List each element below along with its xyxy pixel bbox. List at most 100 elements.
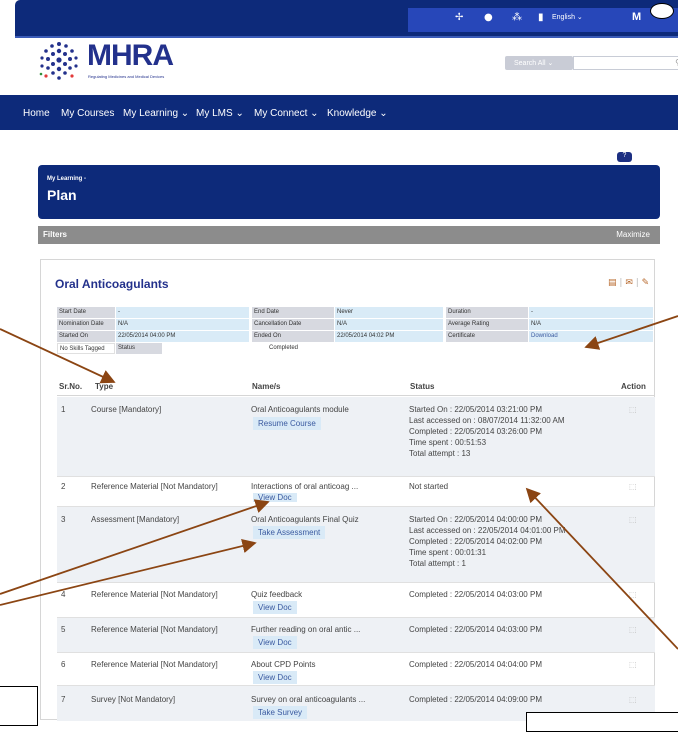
- site-header: MHRA Regulating Medicines and Medical De…: [15, 38, 678, 95]
- filters-label: Filters: [43, 230, 68, 239]
- nav-my-lms[interactable]: My LMS ⌄: [196, 108, 244, 119]
- brand-tagline: Regulating Medicines and Medical Devices: [88, 74, 165, 79]
- action-icon[interactable]: ⬚: [629, 625, 637, 634]
- row-sr: 1: [61, 405, 66, 414]
- table-row: 6 Reference Material [Not Mandatory] Abo…: [57, 653, 655, 686]
- row-sr: 6: [61, 660, 66, 669]
- search-scope-button[interactable]: Search All ⌄: [505, 56, 573, 70]
- certificate-download-link[interactable]: Download: [529, 331, 653, 342]
- status-line: Completed : 22/05/2014 03:26:00 PM: [409, 427, 542, 436]
- action-icon[interactable]: ⬚: [629, 695, 637, 704]
- row-status: Not started: [409, 482, 449, 491]
- course-card: Oral Anticoagulants ▤ | ✉ | ✎ Start Date…: [40, 259, 655, 721]
- status-label: Status: [116, 343, 162, 354]
- table-row: 4 Reference Material [Not Mandatory] Qui…: [57, 583, 655, 618]
- logo-dots-icon: [39, 42, 78, 80]
- row-status: Completed : 22/05/2014 04:03:00 PM: [409, 590, 542, 599]
- help-icon[interactable]: ?: [617, 152, 632, 162]
- nav-home[interactable]: Home: [23, 108, 50, 119]
- col-status: Status: [410, 382, 435, 391]
- cancellation-value: N/A: [335, 319, 443, 330]
- start-date-label: Start Date: [57, 307, 115, 318]
- row-type: Survey [Not Mandatory]: [91, 695, 176, 704]
- table-row: 5 Reference Material [Not Mandatory] Fur…: [57, 618, 655, 653]
- mobile-icon[interactable]: ▮: [538, 12, 544, 23]
- callout-circle: [650, 3, 674, 19]
- status-line: Time spent : 00:01:31: [409, 548, 487, 557]
- status-line: Started On : 22/05/2014 03:21:00 PM: [409, 405, 542, 414]
- action-icon[interactable]: ⬚: [629, 660, 637, 669]
- status-value: Completed: [163, 343, 653, 354]
- row-type: Reference Material [Not Mandatory]: [91, 660, 218, 669]
- nav-my-courses[interactable]: My Courses: [61, 108, 114, 119]
- breadcrumb[interactable]: My Learning -: [47, 176, 86, 182]
- comments-icon[interactable]: ✎: [642, 278, 650, 288]
- row-sr: 2: [61, 482, 66, 491]
- view-doc-button[interactable]: View Doc: [253, 671, 297, 684]
- ended-value: 22/05/2014 04:02 PM: [335, 331, 443, 342]
- status-line: Time spent : 00:51:53: [409, 438, 487, 447]
- action-icon[interactable]: ⬚: [629, 590, 637, 599]
- user-avatar[interactable]: M: [632, 11, 641, 23]
- table-row: 1 Course [Mandatory] Oral Anticoagulants…: [57, 397, 655, 477]
- nav-my-connect[interactable]: My Connect ⌄: [254, 108, 319, 119]
- rating-label: Average Rating: [446, 319, 528, 330]
- nomination-label: Nomination Date: [57, 319, 115, 330]
- chat-icon[interactable]: ●: [484, 12, 493, 23]
- action-icon[interactable]: ⬚: [629, 515, 637, 524]
- rating-value: N/A: [529, 319, 653, 330]
- started-value: 22/05/2014 04:00 PM: [116, 331, 249, 342]
- certificate-label: Certificate: [446, 331, 528, 342]
- brand-logo-text[interactable]: MHRA: [87, 39, 174, 73]
- maximize-button[interactable]: Maximize: [616, 230, 650, 239]
- microphone-icon[interactable]: ✢: [455, 12, 463, 23]
- status-line: Total attempt : 13: [409, 449, 471, 458]
- nav-my-learning[interactable]: My Learning ⌄: [123, 108, 189, 119]
- nav-knowledge[interactable]: Knowledge ⌄: [327, 108, 388, 119]
- row-status: Completed : 22/05/2014 04:09:00 PM: [409, 695, 542, 704]
- row-name: About CPD Points: [251, 660, 316, 669]
- row-type: Course [Mandatory]: [91, 405, 162, 414]
- row-status: Started On : 22/05/2014 03:21:00 PM Last…: [409, 404, 565, 459]
- main-nav: Home My Courses My Learning ⌄ My LMS ⌄ M…: [0, 95, 678, 130]
- cancellation-label: Cancellation Date: [252, 319, 334, 330]
- resume-course-button[interactable]: Resume Course: [253, 417, 321, 430]
- plan-banner: My Learning - Plan: [38, 165, 660, 219]
- email-icon[interactable]: ✉: [625, 278, 633, 288]
- table-row: 3 Assessment [Mandatory] Oral Anticoagul…: [57, 507, 655, 583]
- nomination-value: N/A: [116, 319, 249, 330]
- col-action: Action: [621, 382, 646, 391]
- ended-label: Ended On: [252, 331, 334, 342]
- row-name: Quiz feedback: [251, 590, 303, 599]
- row-name: Survey on oral anticoagulants ...: [251, 695, 366, 704]
- take-assessment-button[interactable]: Take Assessment: [253, 526, 326, 539]
- row-name: Oral Anticoagulants module: [251, 405, 349, 414]
- card-actions: ▤ | ✉ | ✎: [608, 278, 650, 288]
- callout-box-left: [0, 686, 38, 726]
- action-icon[interactable]: ⬚: [629, 482, 637, 491]
- view-doc-button[interactable]: View Doc: [253, 636, 297, 649]
- row-name: Further reading on oral antic ...: [251, 625, 361, 634]
- col-names: Name/s: [252, 382, 281, 391]
- start-date-value: -: [116, 307, 249, 318]
- network-icon[interactable]: ⁂: [512, 12, 522, 23]
- filters-bar[interactable]: Filters Maximize: [38, 226, 660, 244]
- print-icon[interactable]: ▤: [608, 278, 617, 288]
- row-type: Reference Material [Not Mandatory]: [91, 482, 218, 491]
- row-sr: 7: [61, 695, 66, 704]
- search-input[interactable]: ⚲: [573, 56, 678, 70]
- view-doc-button[interactable]: View Doc: [253, 601, 297, 614]
- col-sr: Sr.No.: [59, 382, 83, 391]
- language-selector[interactable]: English ⌄: [552, 13, 583, 21]
- course-title: Oral Anticoagulants: [55, 277, 169, 291]
- action-icon[interactable]: ⬚: [629, 405, 637, 414]
- status-line: Total attempt : 1: [409, 559, 466, 568]
- take-survey-button[interactable]: Take Survey: [253, 706, 308, 719]
- row-sr: 3: [61, 515, 66, 524]
- row-type: Reference Material [Not Mandatory]: [91, 590, 218, 599]
- status-line: Last accessed on : 08/07/2014 11:32:00 A…: [409, 416, 565, 425]
- row-status: Completed : 22/05/2014 04:03:00 PM: [409, 625, 542, 634]
- view-doc-button[interactable]: View Doc: [253, 493, 297, 502]
- page-title: Plan: [47, 187, 77, 203]
- row-sr: 4: [61, 590, 66, 599]
